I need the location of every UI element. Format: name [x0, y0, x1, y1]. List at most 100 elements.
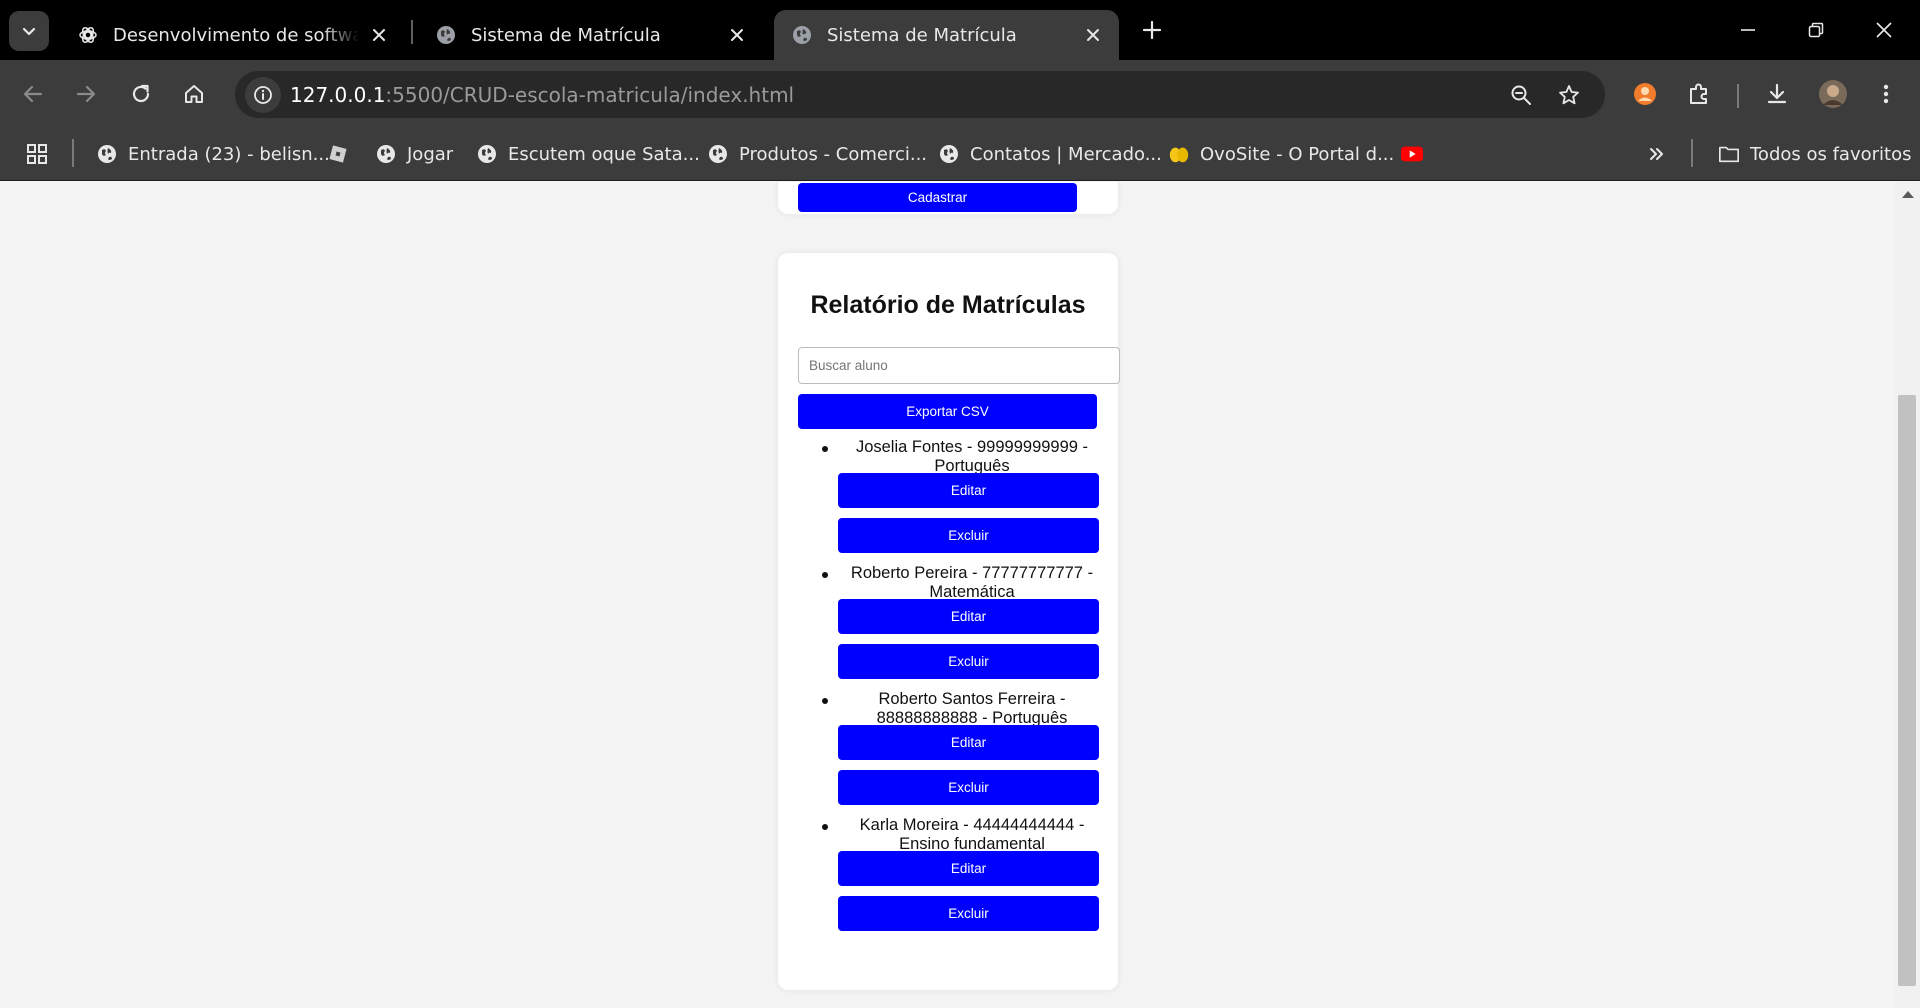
- student-info: Roberto Pereira - 77777777777 - Matemáti…: [838, 564, 1106, 602]
- bookmark-label: Jogar: [407, 143, 454, 165]
- bookmarks-divider: [1691, 139, 1693, 167]
- edit-button[interactable]: Editar: [838, 725, 1099, 760]
- bookmark-label: Entrada (23) - belisn...: [128, 143, 330, 165]
- star-icon: [1559, 85, 1579, 105]
- student-list: Joselia Fontes - 99999999999 - Português…: [778, 438, 1118, 942]
- address-bar[interactable]: 127.0.0.1:5500/CRUD-escola-matricula/ind…: [235, 71, 1605, 118]
- delete-button[interactable]: Excluir: [838, 644, 1099, 679]
- tab-desenvolvimento[interactable]: Desenvolvimento de software w: [60, 10, 405, 60]
- site-info-button[interactable]: [245, 77, 281, 113]
- bookmark-roblox[interactable]: [327, 137, 359, 171]
- delete-button[interactable]: Excluir: [838, 518, 1099, 553]
- delete-button[interactable]: Excluir: [838, 770, 1099, 805]
- student-info: Joselia Fontes - 99999999999 - Português: [838, 438, 1106, 476]
- edit-button[interactable]: Editar: [838, 599, 1099, 634]
- bookmark-star-button[interactable]: [1555, 81, 1583, 109]
- bookmark-label: Contatos | Mercado...: [970, 143, 1162, 165]
- close-icon: [1876, 22, 1892, 38]
- register-button[interactable]: Cadastrar: [798, 183, 1077, 212]
- extension-badge-icon: [1634, 83, 1656, 105]
- student-info: Roberto Santos Ferreira - 88888888888 - …: [838, 690, 1106, 728]
- export-csv-button[interactable]: Exportar CSV: [798, 394, 1097, 429]
- extension-avatar-button[interactable]: [1627, 76, 1663, 112]
- student-info-line: Roberto Pereira - 77777777777 -: [850, 564, 1094, 582]
- download-icon: [1767, 83, 1787, 104]
- bookmarks-bar: Entrada (23) - belisn... Jogar Escutem o…: [0, 128, 1920, 181]
- bookmark-label: OvoSite - O Portal d...: [1200, 143, 1395, 165]
- bullet: [822, 572, 828, 578]
- search-student-input[interactable]: [798, 347, 1120, 384]
- restore-icon: [1808, 22, 1824, 38]
- more-vertical-icon: [1883, 84, 1889, 104]
- profile-avatar[interactable]: [1815, 76, 1851, 112]
- home-button[interactable]: [174, 74, 214, 114]
- close-tab-icon[interactable]: [367, 23, 391, 47]
- globe-icon: [375, 143, 397, 165]
- student-info-line: Roberto Santos Ferreira -: [878, 690, 1066, 708]
- close-tab-icon[interactable]: [1081, 23, 1105, 47]
- close-tab-icon[interactable]: [725, 23, 749, 47]
- tab-search-button[interactable]: [9, 11, 49, 51]
- bookmark-entrada[interactable]: Entrada (23) - belisn...: [96, 137, 330, 171]
- back-button[interactable]: [13, 74, 53, 114]
- url-host: 127.0.0.1: [290, 83, 386, 107]
- toolbar-divider: [1737, 84, 1739, 108]
- tab-separator: [411, 20, 413, 44]
- eggs-icon: [1168, 143, 1190, 165]
- scroll-up-arrow-icon[interactable]: [1902, 191, 1914, 198]
- forward-button[interactable]: [66, 74, 106, 114]
- student-info-line: Joselia Fontes - 99999999999 -: [855, 438, 1089, 456]
- menu-button[interactable]: [1868, 76, 1904, 112]
- bookmark-label: Escutem oque Sata...: [508, 143, 700, 165]
- globe-icon: [435, 24, 457, 46]
- bullet: [822, 824, 828, 830]
- all-bookmarks-button[interactable]: Todos os favoritos: [1718, 137, 1911, 171]
- apps-grid-icon: [27, 144, 47, 164]
- close-window-button[interactable]: [1864, 12, 1904, 48]
- page-scrollbar[interactable]: [1894, 182, 1920, 1008]
- reload-button[interactable]: [121, 74, 161, 114]
- url-path: :5500/CRUD-escola-matricula/index.html: [385, 83, 795, 107]
- url-text[interactable]: 127.0.0.1:5500/CRUD-escola-matricula/ind…: [290, 83, 794, 107]
- student-info: Karla Moreira - 44444444444 - Ensino fun…: [838, 816, 1106, 854]
- globe-icon: [707, 143, 729, 165]
- new-tab-button[interactable]: [1136, 14, 1168, 46]
- more-bookmarks-button[interactable]: [1647, 137, 1667, 171]
- folder-icon: [1718, 143, 1740, 165]
- bookmark-produtos[interactable]: Produtos - Comerci...: [707, 137, 927, 171]
- bookmark-jogar[interactable]: Jogar: [375, 137, 453, 171]
- tab-title: Desenvolvimento de software w: [113, 24, 359, 46]
- globe-icon: [938, 143, 960, 165]
- browser-toolbar: 127.0.0.1:5500/CRUD-escola-matricula/ind…: [0, 60, 1920, 128]
- home-icon: [185, 85, 203, 103]
- list-item: Karla Moreira - 44444444444 - Ensino fun…: [778, 816, 1118, 942]
- bookmark-ovosite[interactable]: OvoSite - O Portal d...: [1168, 137, 1394, 171]
- tab-strip: Desenvolvimento de software w Sistema de…: [0, 0, 1920, 60]
- arrow-right-icon: [76, 85, 96, 103]
- apps-button[interactable]: [26, 137, 48, 171]
- registration-form-card: Cadastrar: [778, 182, 1118, 214]
- puzzle-icon: [1690, 83, 1707, 104]
- tab-sistema-matricula[interactable]: Sistema de Matrícula: [418, 10, 763, 60]
- bookmark-label: Produtos - Comerci...: [739, 143, 928, 165]
- edit-button[interactable]: Editar: [838, 473, 1099, 508]
- double-chevron-right-icon: [1650, 148, 1663, 160]
- minimize-button[interactable]: [1728, 12, 1768, 48]
- bookmark-youtube[interactable]: [1401, 137, 1433, 171]
- info-icon: [254, 86, 272, 104]
- roblox-icon: [327, 143, 349, 165]
- scrollbar-thumb[interactable]: [1898, 395, 1916, 986]
- extensions-button[interactable]: [1681, 76, 1717, 112]
- tab-sistema-matricula-active[interactable]: Sistema de Matrícula: [774, 10, 1119, 60]
- bookmark-escutem[interactable]: Escutem oque Sata...: [476, 137, 700, 171]
- bullet: [822, 446, 828, 452]
- downloads-button[interactable]: [1759, 76, 1795, 112]
- bookmarks-divider: [72, 139, 74, 167]
- delete-button[interactable]: Excluir: [838, 896, 1099, 931]
- avatar-icon: [1819, 80, 1847, 108]
- zoom-button[interactable]: [1507, 81, 1535, 109]
- restore-button[interactable]: [1796, 12, 1836, 48]
- edit-button[interactable]: Editar: [838, 851, 1099, 886]
- bookmark-contatos[interactable]: Contatos | Mercado...: [938, 137, 1162, 171]
- chevron-down-icon: [22, 27, 36, 36]
